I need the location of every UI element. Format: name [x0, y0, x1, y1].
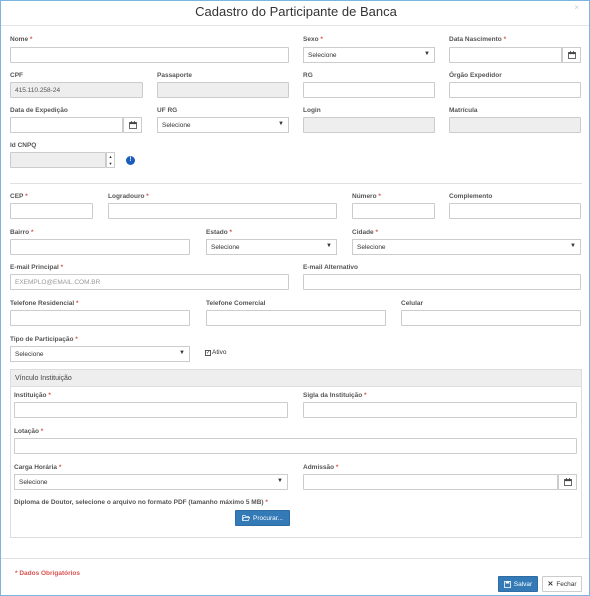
dropdown-arrow-icon: ▼	[424, 51, 430, 57]
tipo-select[interactable]: Selecione ▼	[10, 346, 190, 362]
lotacao-label: Lotação *	[14, 428, 44, 435]
celular-label: Celular	[401, 300, 424, 307]
nascimento-label: Data Nascimento *	[449, 36, 507, 43]
expedicao-input[interactable]	[10, 117, 123, 133]
ativo-checkbox[interactable]: ✓	[205, 349, 211, 356]
cep-input[interactable]	[10, 203, 93, 219]
floppy-icon	[503, 580, 511, 588]
carga-label: Carga Horária *	[14, 464, 62, 471]
admissao-input[interactable]	[303, 474, 558, 490]
dropdown-arrow-icon: ▼	[570, 243, 576, 249]
tel-com-label: Telefone Comercial	[206, 300, 266, 307]
rg-input[interactable]	[303, 82, 435, 98]
close-icon: ✕	[547, 581, 554, 588]
login-label: Login	[303, 107, 321, 114]
diploma-label: Diploma de Doutor, selecione o arquivo n…	[14, 499, 268, 506]
nome-input[interactable]	[10, 47, 289, 63]
sigla-input[interactable]	[303, 402, 577, 418]
procurar-label: Procurar...	[253, 514, 283, 522]
calendar-icon[interactable]	[558, 474, 577, 490]
logradouro-label: Logradouro *	[108, 193, 149, 200]
expedicao-label: Data de Expedição	[10, 107, 68, 114]
logradouro-input[interactable]	[108, 203, 337, 219]
matricula-label: Matrícula	[449, 107, 478, 114]
uf-rg-label: UF RG	[157, 107, 178, 114]
save-button[interactable]: Salvar	[498, 576, 538, 592]
numero-label: Número *	[352, 193, 381, 200]
nome-label: Nome *	[10, 36, 33, 43]
info-icon[interactable]: !	[126, 156, 135, 165]
rg-label: RG	[303, 72, 313, 79]
sexo-label: Sexo *	[303, 36, 323, 43]
ativo-checkbox-group[interactable]: ✓ Ativo	[205, 349, 226, 356]
bairro-input[interactable]	[10, 239, 190, 255]
passaporte-input	[157, 82, 289, 98]
vinculo-heading: Vínculo Instituição	[15, 375, 72, 382]
cnpq-input[interactable]	[10, 152, 106, 168]
sigla-label: Sigla da Instituição *	[303, 392, 367, 399]
dropdown-arrow-icon: ▼	[278, 121, 284, 127]
uf-rg-select[interactable]: Selecione ▼	[157, 117, 289, 133]
cpf-label: CPF	[10, 72, 23, 79]
lotacao-input[interactable]	[14, 438, 577, 454]
matricula-input	[449, 117, 581, 133]
email-alt-input[interactable]	[303, 274, 581, 290]
participant-modal: Cadastro do Participante de Banca × Nome…	[0, 0, 590, 596]
passaporte-label: Passaporte	[157, 72, 193, 79]
close-button[interactable]: ✕ Fechar	[542, 576, 582, 592]
orgao-input[interactable]	[449, 82, 581, 98]
numero-input[interactable]	[352, 203, 435, 219]
bairro-label: Bairro *	[10, 229, 34, 236]
complemento-input[interactable]	[449, 203, 581, 219]
admissao-label: Admissão *	[303, 464, 339, 471]
estado-select[interactable]: Selecione ▼	[206, 239, 337, 255]
email-alt-label: E-mail Alternativo	[303, 264, 359, 271]
title-divider	[1, 25, 589, 26]
tel-res-input[interactable]	[10, 310, 190, 326]
celular-input[interactable]	[401, 310, 581, 326]
calendar-icon[interactable]	[123, 117, 142, 133]
complemento-label: Complemento	[449, 193, 493, 200]
cnpq-spinner[interactable]: ▲ ▼	[106, 152, 115, 168]
estado-label: Estado *	[206, 229, 233, 236]
email-label: E-mail Principal *	[10, 264, 64, 271]
cep-label: CEP *	[10, 193, 28, 200]
login-input	[303, 117, 435, 133]
dropdown-arrow-icon: ▼	[326, 243, 332, 249]
footer-divider	[1, 558, 589, 559]
tipo-label: Tipo de Participação *	[10, 336, 78, 343]
cidade-select[interactable]: Selecione ▼	[352, 239, 581, 255]
vinculo-panel-header: Vínculo Instituição	[11, 370, 581, 387]
dropdown-arrow-icon: ▼	[277, 478, 283, 484]
close-label: Fechar	[556, 580, 577, 588]
orgao-label: Órgão Expedidor	[449, 72, 502, 79]
cpf-input: 415.110.258-24	[10, 82, 143, 98]
ativo-label: Ativo	[212, 349, 227, 356]
sexo-select[interactable]: Selecione ▼	[303, 47, 435, 63]
carga-select[interactable]: Selecione ▼	[14, 474, 288, 490]
email-input[interactable]: EXEMPLO@EMAIL.COM.BR	[10, 274, 289, 290]
folder-open-icon	[242, 515, 250, 521]
instituicao-input[interactable]	[14, 402, 288, 418]
tel-res-label: Telefone Residencial *	[10, 300, 79, 307]
modal-title: Cadastro do Participante de Banca	[195, 4, 397, 19]
required-note: * Dados Obrigatórios	[15, 570, 81, 577]
close-icon[interactable]: ×	[574, 3, 579, 12]
procurar-button[interactable]: Procurar...	[235, 510, 290, 526]
dropdown-arrow-icon: ▼	[179, 350, 185, 356]
instituicao-label: Instituição *	[14, 392, 51, 399]
tel-com-input[interactable]	[206, 310, 386, 326]
nascimento-input[interactable]	[449, 47, 562, 63]
section-divider	[10, 183, 582, 184]
cnpq-label: Id CNPQ	[10, 142, 37, 149]
vinculo-panel: Vínculo Instituição Instituição * Sigla …	[10, 369, 582, 538]
cidade-label: Cidade *	[352, 229, 379, 236]
save-label: Salvar	[513, 580, 533, 588]
calendar-icon[interactable]	[562, 47, 581, 63]
